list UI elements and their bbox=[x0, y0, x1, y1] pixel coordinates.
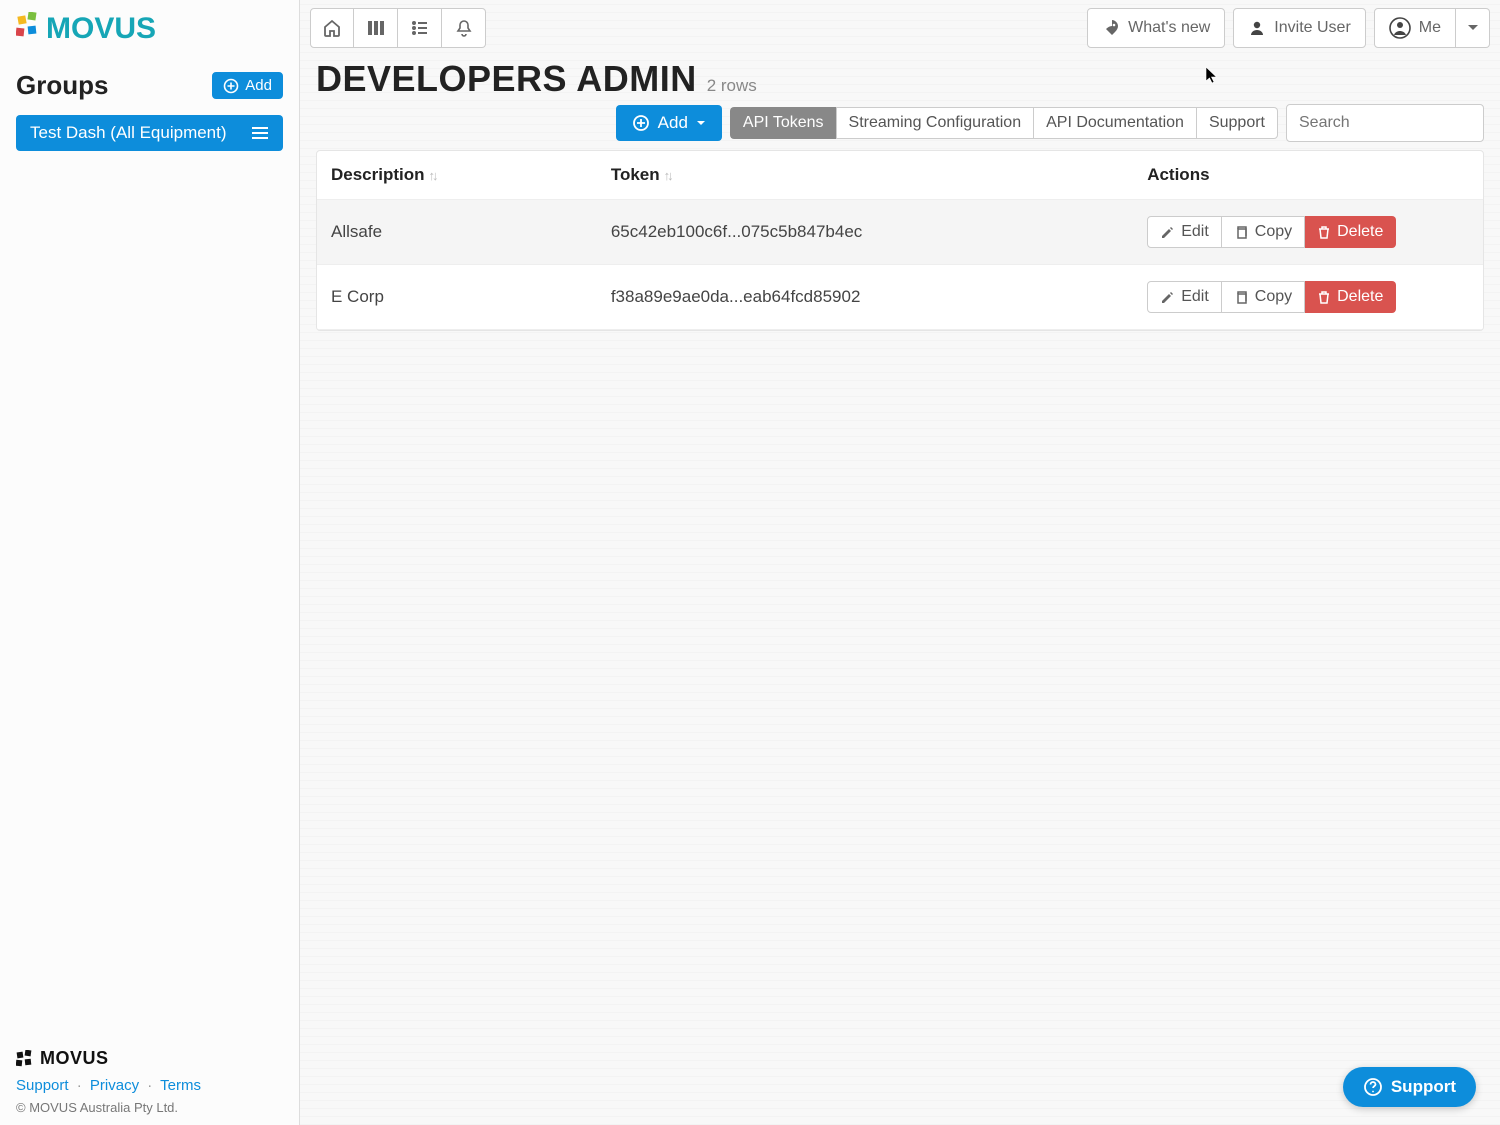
add-token-label: Add bbox=[658, 113, 688, 133]
whats-new-label: What's new bbox=[1128, 19, 1210, 37]
delete-label: Delete bbox=[1337, 223, 1383, 241]
copy-button[interactable]: Copy bbox=[1222, 281, 1305, 313]
sidebar-item-test-dash[interactable]: Test Dash (All Equipment) bbox=[16, 115, 283, 151]
edit-button[interactable]: Edit bbox=[1147, 216, 1222, 248]
rocket-icon bbox=[1102, 19, 1120, 37]
list-icon bbox=[410, 18, 430, 38]
copy-button[interactable]: Copy bbox=[1222, 216, 1305, 248]
plus-circle-icon bbox=[632, 114, 650, 132]
whats-new-button[interactable]: What's new bbox=[1087, 8, 1225, 48]
sort-icon: ↑↓ bbox=[429, 168, 436, 183]
row-count: 2 rows bbox=[707, 76, 757, 96]
table-row: Allsafe65c42eb100c6f...075c5b847b4ec Edit… bbox=[317, 200, 1483, 265]
me-button[interactable]: Me bbox=[1374, 8, 1456, 48]
add-token-button[interactable]: Add bbox=[616, 105, 722, 141]
user-icon bbox=[1248, 19, 1266, 37]
col-description[interactable]: Description ↑↓ bbox=[317, 151, 597, 200]
home-button[interactable] bbox=[310, 8, 354, 48]
footer-brand-text: MOVUS bbox=[40, 1048, 109, 1069]
bell-icon bbox=[454, 18, 474, 38]
footer-link-support[interactable]: Support bbox=[16, 1077, 69, 1094]
sidebar: MOVUS Groups Add Test Dash (All Equipmen… bbox=[0, 0, 300, 1125]
footer-link-privacy[interactable]: Privacy bbox=[90, 1077, 139, 1094]
copy-icon bbox=[1234, 225, 1249, 240]
columns-button[interactable] bbox=[354, 8, 398, 48]
col-token-label: Token bbox=[611, 165, 660, 184]
plus-circle-icon bbox=[223, 78, 239, 94]
me-label: Me bbox=[1419, 19, 1441, 37]
copy-icon bbox=[1234, 290, 1249, 305]
invite-user-button[interactable]: Invite User bbox=[1233, 8, 1365, 48]
add-group-label: Add bbox=[245, 77, 272, 94]
groups-heading: Groups bbox=[16, 70, 108, 101]
tab-api-tokens[interactable]: API Tokens bbox=[730, 107, 836, 139]
edit-label: Edit bbox=[1181, 223, 1209, 241]
edit-button[interactable]: Edit bbox=[1147, 281, 1222, 313]
cell-token: 65c42eb100c6f...075c5b847b4ec bbox=[597, 200, 1133, 265]
table-row: E Corpf38a89e9ae0da...eab64fcd85902 Edit C… bbox=[317, 265, 1483, 330]
search-input[interactable] bbox=[1286, 104, 1484, 142]
add-group-button[interactable]: Add bbox=[212, 72, 283, 99]
tab-group: API Tokens Streaming Configuration API D… bbox=[730, 107, 1278, 139]
chevron-down-icon bbox=[696, 120, 706, 127]
page-title: DEVELOPERS ADMIN bbox=[316, 58, 697, 100]
edit-label: Edit bbox=[1181, 288, 1209, 306]
copy-label: Copy bbox=[1255, 223, 1292, 241]
list-button[interactable] bbox=[398, 8, 442, 48]
invite-user-label: Invite User bbox=[1274, 19, 1350, 37]
delete-button[interactable]: Delete bbox=[1305, 281, 1396, 313]
toolbar: Add API Tokens Streaming Configuration A… bbox=[300, 104, 1500, 150]
topbar: What's new Invite User Me bbox=[300, 0, 1500, 54]
support-widget-label: Support bbox=[1391, 1077, 1456, 1097]
edit-icon bbox=[1160, 225, 1175, 240]
copyright-text: © MOVUS Australia Pty Ltd. bbox=[16, 1100, 283, 1115]
col-token[interactable]: Token ↑↓ bbox=[597, 151, 1133, 200]
avatar-icon bbox=[1389, 17, 1411, 39]
footer-link-terms[interactable]: Terms bbox=[160, 1077, 201, 1094]
chevron-down-icon bbox=[1467, 24, 1479, 32]
tab-support[interactable]: Support bbox=[1196, 107, 1278, 139]
sort-icon: ↑↓ bbox=[664, 168, 671, 183]
delete-button[interactable]: Delete bbox=[1305, 216, 1396, 248]
support-widget[interactable]: Support bbox=[1343, 1067, 1476, 1107]
cell-description: Allsafe bbox=[317, 200, 597, 265]
tab-streaming-config[interactable]: Streaming Configuration bbox=[836, 107, 1034, 139]
home-icon bbox=[322, 18, 342, 38]
copy-label: Copy bbox=[1255, 288, 1292, 306]
tokens-table: Description ↑↓ Token ↑↓ Actions Allsafe65c… bbox=[316, 150, 1484, 331]
tab-api-docs[interactable]: API Documentation bbox=[1033, 107, 1196, 139]
cell-token: f38a89e9ae0da...eab64fcd85902 bbox=[597, 265, 1133, 330]
menu-icon[interactable] bbox=[251, 126, 269, 140]
columns-icon bbox=[366, 18, 386, 38]
trash-icon bbox=[1317, 225, 1331, 240]
me-dropdown-toggle[interactable] bbox=[1456, 8, 1490, 48]
question-circle-icon bbox=[1363, 1077, 1383, 1097]
col-actions: Actions bbox=[1133, 151, 1483, 200]
col-description-label: Description bbox=[331, 165, 425, 184]
delete-label: Delete bbox=[1337, 288, 1383, 306]
trash-icon bbox=[1317, 290, 1331, 305]
separator: · bbox=[147, 1077, 152, 1094]
brand-mark-icon bbox=[16, 1050, 34, 1068]
cell-description: E Corp bbox=[317, 265, 597, 330]
sidebar-footer: MOVUS Support · Privacy · Terms © MOVUS … bbox=[0, 1034, 299, 1125]
sidebar-item-label: Test Dash (All Equipment) bbox=[30, 123, 227, 143]
separator: · bbox=[77, 1077, 82, 1094]
brand-text: MOVUS bbox=[46, 12, 156, 45]
notifications-button[interactable] bbox=[442, 8, 486, 48]
brand-logo: MOVUS bbox=[0, 0, 299, 54]
edit-icon bbox=[1160, 290, 1175, 305]
main-content: What's new Invite User Me DEVELOPERS ADM… bbox=[300, 0, 1500, 1125]
